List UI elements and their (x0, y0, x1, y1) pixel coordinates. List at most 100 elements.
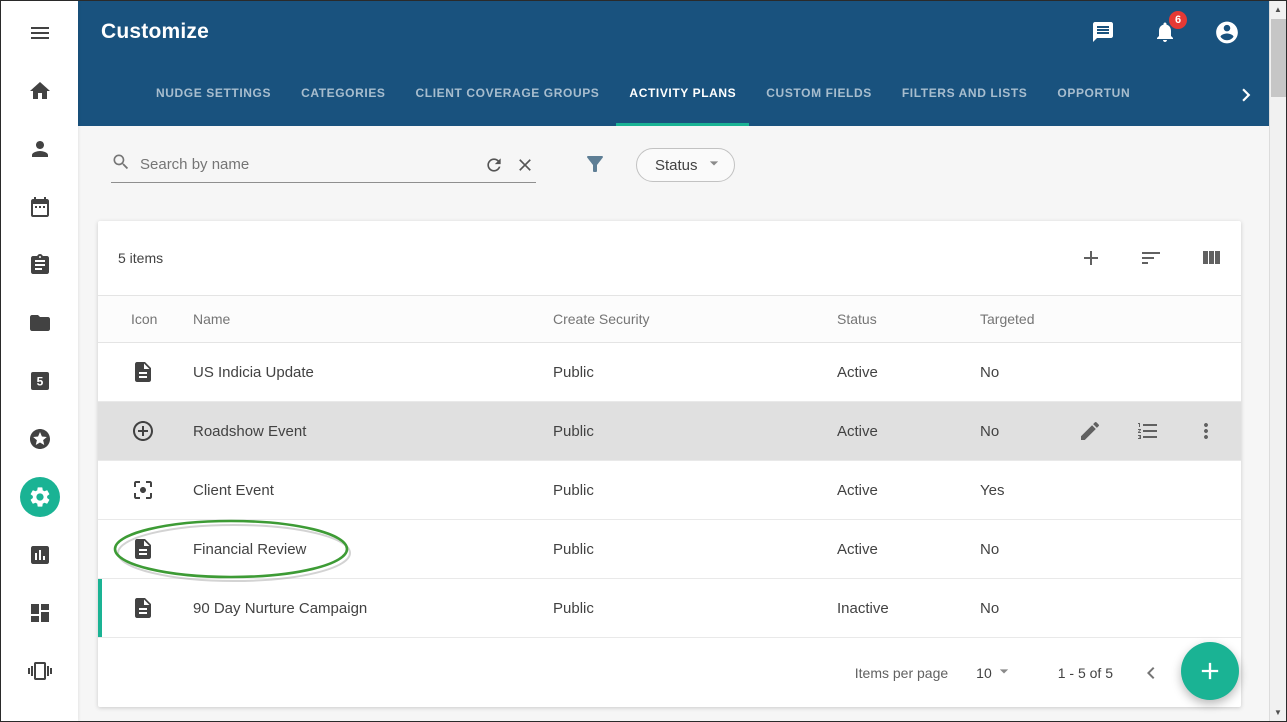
svg-text:5: 5 (36, 375, 43, 389)
items-per-page-label: Items per page (855, 665, 948, 681)
contacts-icon[interactable] (28, 137, 52, 161)
sidebar: 5 (1, 1, 78, 721)
folder-icon[interactable] (28, 311, 52, 335)
row-name: Roadshow Event (193, 423, 553, 440)
table-row[interactable]: US Indicia Update Public Active No (98, 343, 1241, 402)
sort-icon[interactable] (1139, 246, 1163, 270)
header-actions: 6 (1090, 19, 1240, 45)
table-header-row: Icon Name Create Security Status Targete… (98, 295, 1241, 343)
row-targeted: No (980, 364, 1061, 381)
bar-chart-icon[interactable] (28, 543, 52, 567)
columns-icon[interactable] (1199, 246, 1223, 270)
refresh-icon[interactable] (483, 154, 505, 176)
row-create-security: Public (553, 600, 837, 617)
table-row[interactable]: 90 Day Nurture Campaign Public Inactive … (98, 579, 1241, 638)
vibration-icon[interactable] (28, 659, 52, 683)
header: Customize 6 NUDGE SETTINGS CATEGORIES CL… (78, 1, 1271, 126)
edit-pencil-icon[interactable] (1078, 419, 1102, 443)
items-count: 5 items (118, 250, 163, 266)
notification-badge: 6 (1169, 11, 1187, 29)
header-top: Customize 6 (78, 1, 1271, 63)
menu-icon[interactable] (28, 21, 52, 45)
notifications-bell-icon[interactable]: 6 (1152, 19, 1178, 45)
row-status: Active (837, 541, 980, 558)
toolbar-actions (1079, 246, 1223, 270)
status-filter-label: Status (655, 157, 698, 174)
column-header-create-security: Create Security (553, 311, 837, 327)
scrollbar-thumb[interactable] (1271, 19, 1286, 97)
search-field (111, 147, 536, 183)
column-header-icon: Icon (131, 311, 193, 327)
row-name: Financial Review (193, 541, 553, 558)
column-header-name: Name (193, 311, 553, 327)
previous-page-icon[interactable] (1139, 661, 1163, 685)
calendar-icon[interactable] (28, 195, 52, 219)
table-row[interactable]: Financial Review Public Active No (98, 520, 1241, 579)
gear-icon[interactable] (28, 485, 52, 509)
row-create-security: Public (553, 423, 837, 440)
row-name: 90 Day Nurture Campaign (193, 600, 553, 617)
filter-bar: Status (78, 126, 1271, 204)
document-icon (131, 537, 193, 561)
row-status: Active (837, 482, 980, 499)
table-row[interactable]: Client Event Public Active Yes (98, 461, 1241, 520)
table-row[interactable]: Roadshow Event Public Active No (98, 402, 1241, 461)
items-per-page-dropdown[interactable]: 10 (976, 661, 1014, 684)
avatar[interactable] (1214, 19, 1240, 45)
activity-plans-card: 5 items Icon Name Create Security Status… (98, 221, 1241, 707)
tab-bar: NUDGE SETTINGS CATEGORIES CLIENT COVERAG… (78, 63, 1271, 126)
page-range-label: 1 - 5 of 5 (1058, 665, 1113, 681)
chevron-down-icon (704, 153, 724, 177)
row-status: Active (837, 423, 980, 440)
row-targeted: No (980, 600, 1061, 617)
items-per-page-value: 10 (976, 665, 992, 681)
tabs-scroll-right-icon[interactable] (1233, 82, 1259, 108)
center-focus-icon (131, 478, 193, 502)
row-name: Client Event (193, 482, 553, 499)
card-toolbar: 5 items (98, 221, 1241, 295)
column-header-targeted: Targeted (980, 311, 1061, 327)
tab-client-coverage-groups[interactable]: CLIENT COVERAGE GROUPS (403, 63, 613, 126)
more-options-icon[interactable] (1194, 419, 1218, 443)
row-create-security: Public (553, 364, 837, 381)
home-icon[interactable] (28, 79, 52, 103)
tab-categories[interactable]: CATEGORIES (288, 63, 398, 126)
status-filter-dropdown[interactable]: Status (636, 148, 735, 182)
table-body: US Indicia Update Public Active No Roads… (98, 343, 1241, 638)
row-create-security: Public (553, 482, 837, 499)
tab-filters-and-lists[interactable]: FILTERS AND LISTS (889, 63, 1041, 126)
row-actions (1061, 419, 1241, 443)
tab-nudge-settings[interactable]: NUDGE SETTINGS (143, 63, 284, 126)
dashboard-icon[interactable] (28, 601, 52, 625)
tasks-icon[interactable] (28, 253, 52, 277)
row-targeted: Yes (980, 482, 1061, 499)
tab-activity-plans[interactable]: ACTIVITY PLANS (616, 63, 749, 126)
row-targeted: No (980, 423, 1061, 440)
app-window: 5 Customize 6 NUDGE SETTINGS CATEGORIES … (0, 0, 1287, 722)
numbered-list-icon[interactable] (1136, 419, 1160, 443)
vertical-scrollbar[interactable]: ▲ ▼ (1269, 1, 1286, 721)
search-input[interactable] (140, 156, 474, 173)
column-header-status: Status (837, 311, 980, 327)
star-circle-icon[interactable] (28, 427, 52, 451)
add-item-icon[interactable] (1079, 246, 1103, 270)
row-status: Active (837, 364, 980, 381)
filter-funnel-icon[interactable] (582, 152, 608, 178)
row-status: Inactive (837, 600, 980, 617)
tab-custom-fields[interactable]: CUSTOM FIELDS (753, 63, 885, 126)
add-activity-plan-fab[interactable] (1181, 642, 1239, 700)
row-create-security: Public (553, 541, 837, 558)
document-icon (131, 360, 193, 384)
plus-circle-icon (131, 419, 193, 443)
row-name: US Indicia Update (193, 364, 553, 381)
number-five-icon[interactable]: 5 (28, 369, 52, 393)
clear-search-icon[interactable] (514, 154, 536, 176)
partial-icon[interactable] (28, 717, 52, 722)
scroll-up-icon[interactable]: ▲ (1270, 1, 1286, 18)
scroll-down-icon[interactable]: ▼ (1270, 704, 1286, 721)
tab-opportunities[interactable]: OPPORTUN (1044, 63, 1143, 126)
pagination-bar: Items per page 10 1 - 5 of 5 (98, 638, 1241, 707)
row-targeted: No (980, 541, 1061, 558)
chat-icon[interactable] (1090, 19, 1116, 45)
chevron-down-icon (994, 661, 1014, 684)
